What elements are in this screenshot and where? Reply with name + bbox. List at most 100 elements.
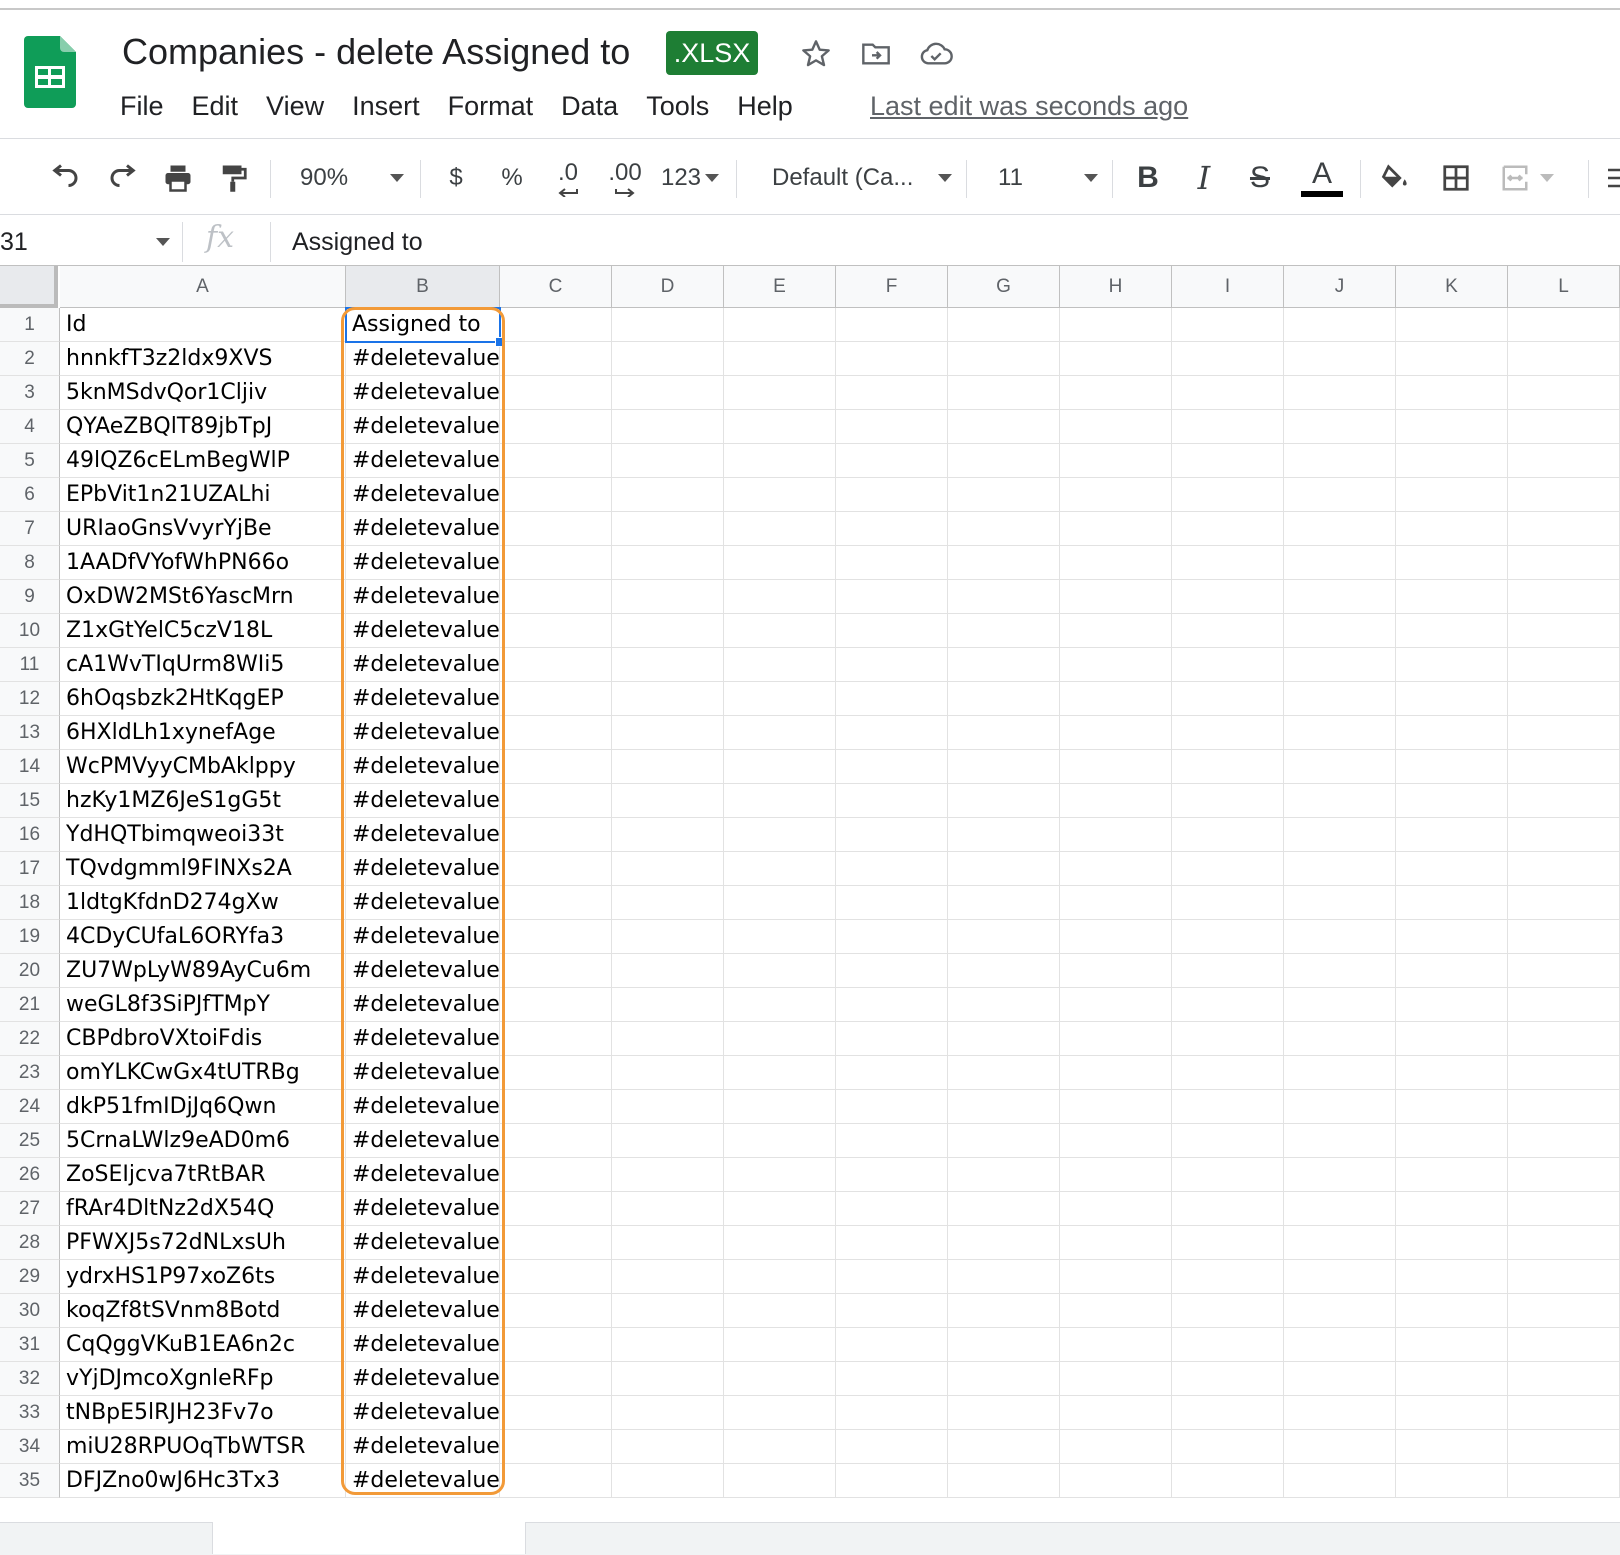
cell-g34[interactable] [948, 1430, 1060, 1464]
cell-e17[interactable] [724, 852, 836, 886]
cell-g30[interactable] [948, 1294, 1060, 1328]
cell-d1[interactable] [612, 308, 724, 342]
cell-g5[interactable] [948, 444, 1060, 478]
cell-d16[interactable] [612, 818, 724, 852]
cell-e6[interactable] [724, 478, 836, 512]
cell-h34[interactable] [1060, 1430, 1172, 1464]
cell-i7[interactable] [1172, 512, 1284, 546]
cell-l32[interactable] [1508, 1362, 1620, 1396]
cell-c22[interactable] [500, 1022, 612, 1056]
cell-i10[interactable] [1172, 614, 1284, 648]
cell-h22[interactable] [1060, 1022, 1172, 1056]
cell-f34[interactable] [836, 1430, 948, 1464]
cell-k31[interactable] [1396, 1328, 1508, 1362]
menu-help[interactable]: Help [737, 86, 807, 126]
column-header-h[interactable]: H [1060, 266, 1172, 308]
cell-h4[interactable] [1060, 410, 1172, 444]
cell-d13[interactable] [612, 716, 724, 750]
row-header[interactable]: 31 [0, 1328, 60, 1362]
cell-f21[interactable] [836, 988, 948, 1022]
cell-f8[interactable] [836, 546, 948, 580]
cell-k5[interactable] [1396, 444, 1508, 478]
cell-h32[interactable] [1060, 1362, 1172, 1396]
cell-l23[interactable] [1508, 1056, 1620, 1090]
star-icon[interactable] [796, 34, 836, 74]
cell-j6[interactable] [1284, 478, 1396, 512]
cell-g17[interactable] [948, 852, 1060, 886]
cell-h35[interactable] [1060, 1464, 1172, 1498]
cell-f25[interactable] [836, 1124, 948, 1158]
cell-d4[interactable] [612, 410, 724, 444]
row-header[interactable]: 21 [0, 988, 60, 1022]
more-options-icon[interactable] [1600, 150, 1620, 206]
cell-d11[interactable] [612, 648, 724, 682]
row-header[interactable]: 27 [0, 1192, 60, 1226]
cell-d18[interactable] [612, 886, 724, 920]
cell-e33[interactable] [724, 1396, 836, 1430]
cell-d24[interactable] [612, 1090, 724, 1124]
menu-view[interactable]: View [266, 86, 338, 126]
cell-h29[interactable] [1060, 1260, 1172, 1294]
decrease-decimal-button[interactable]: .0 [544, 150, 592, 206]
cell-f6[interactable] [836, 478, 948, 512]
cell-h6[interactable] [1060, 478, 1172, 512]
cell-k33[interactable] [1396, 1396, 1508, 1430]
cell-f2[interactable] [836, 342, 948, 376]
row-header[interactable]: 32 [0, 1362, 60, 1396]
cell-g18[interactable] [948, 886, 1060, 920]
cell-g35[interactable] [948, 1464, 1060, 1498]
cell-f9[interactable] [836, 580, 948, 614]
cell-c11[interactable] [500, 648, 612, 682]
row-header[interactable]: 10 [0, 614, 60, 648]
cell-h33[interactable] [1060, 1396, 1172, 1430]
cell-c21[interactable] [500, 988, 612, 1022]
cell-h8[interactable] [1060, 546, 1172, 580]
cell-j14[interactable] [1284, 750, 1396, 784]
cell-c18[interactable] [500, 886, 612, 920]
cell-c25[interactable] [500, 1124, 612, 1158]
increase-decimal-button[interactable]: .00 [600, 150, 650, 206]
cell-j25[interactable] [1284, 1124, 1396, 1158]
cell-a23[interactable]: omYLKCwGx4tUTRBg [60, 1056, 346, 1090]
cell-i16[interactable] [1172, 818, 1284, 852]
cell-e9[interactable] [724, 580, 836, 614]
cell-f29[interactable] [836, 1260, 948, 1294]
row-header[interactable]: 33 [0, 1396, 60, 1430]
cell-l1[interactable] [1508, 308, 1620, 342]
cell-f11[interactable] [836, 648, 948, 682]
cell-c29[interactable] [500, 1260, 612, 1294]
cell-f5[interactable] [836, 444, 948, 478]
cell-j1[interactable] [1284, 308, 1396, 342]
cell-k16[interactable] [1396, 818, 1508, 852]
cell-i3[interactable] [1172, 376, 1284, 410]
cell-e28[interactable] [724, 1226, 836, 1260]
cell-a32[interactable]: vYjDJmcoXgnleRFp [60, 1362, 346, 1396]
cell-a22[interactable]: CBPdbroVXtoiFdis [60, 1022, 346, 1056]
cell-k1[interactable] [1396, 308, 1508, 342]
cell-i14[interactable] [1172, 750, 1284, 784]
cell-l10[interactable] [1508, 614, 1620, 648]
cell-g27[interactable] [948, 1192, 1060, 1226]
row-header[interactable]: 28 [0, 1226, 60, 1260]
cell-e34[interactable] [724, 1430, 836, 1464]
row-header[interactable]: 7 [0, 512, 60, 546]
cell-j4[interactable] [1284, 410, 1396, 444]
cell-j27[interactable] [1284, 1192, 1396, 1226]
cell-k32[interactable] [1396, 1362, 1508, 1396]
cell-j30[interactable] [1284, 1294, 1396, 1328]
cell-i12[interactable] [1172, 682, 1284, 716]
row-header[interactable]: 29 [0, 1260, 60, 1294]
cell-f20[interactable] [836, 954, 948, 988]
cell-k6[interactable] [1396, 478, 1508, 512]
cell-k27[interactable] [1396, 1192, 1508, 1226]
cell-g29[interactable] [948, 1260, 1060, 1294]
row-header[interactable]: 5 [0, 444, 60, 478]
cell-c5[interactable] [500, 444, 612, 478]
cell-j33[interactable] [1284, 1396, 1396, 1430]
cell-j35[interactable] [1284, 1464, 1396, 1498]
document-title[interactable]: Companies - delete Assigned to [122, 30, 630, 74]
row-header[interactable]: 18 [0, 886, 60, 920]
cell-a26[interactable]: ZoSEIjcva7tRtBAR [60, 1158, 346, 1192]
cell-a5[interactable]: 49lQZ6cELmBegWlP [60, 444, 346, 478]
cell-e4[interactable] [724, 410, 836, 444]
